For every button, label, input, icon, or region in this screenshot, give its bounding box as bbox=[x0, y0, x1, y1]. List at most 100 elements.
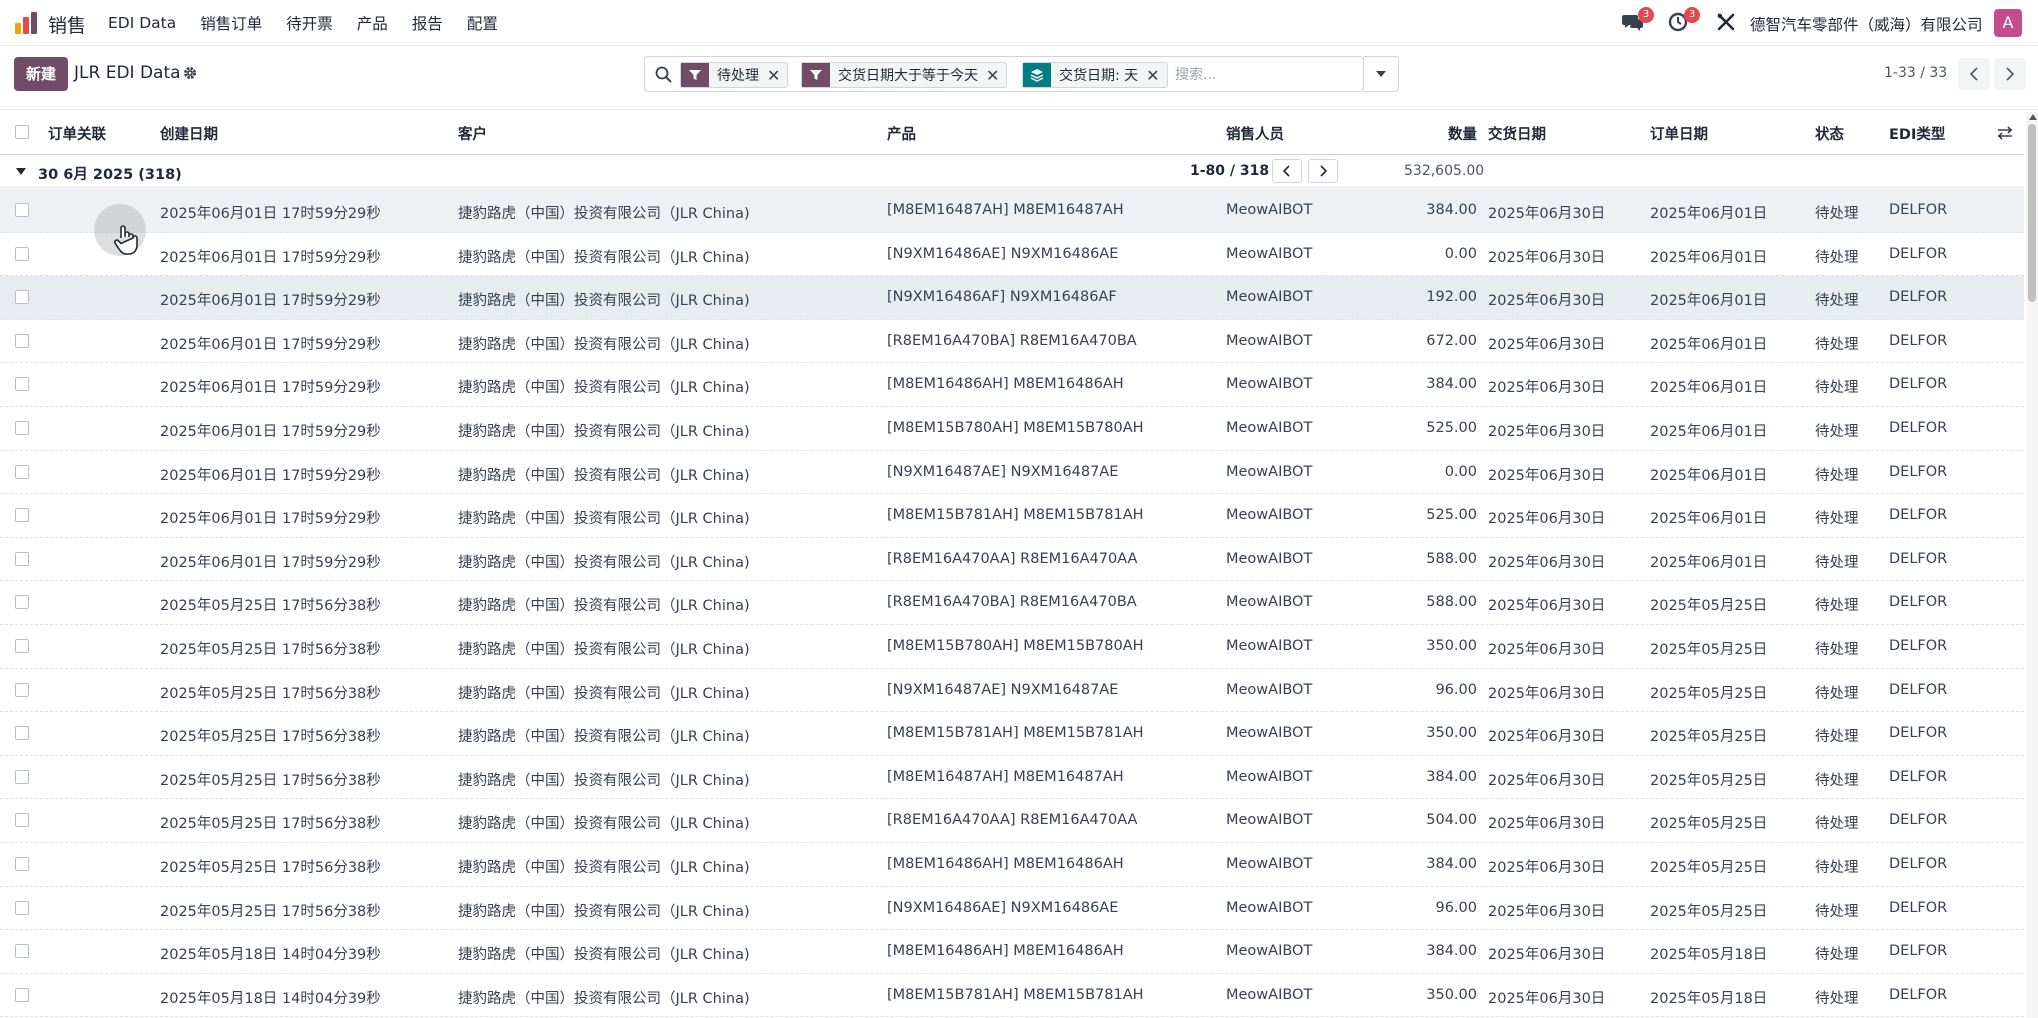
row-checkbox[interactable] bbox=[15, 203, 29, 217]
row-checkbox[interactable] bbox=[15, 246, 29, 261]
cell-salesperson: MeowAIBOT bbox=[1226, 420, 1313, 436]
debug-tools-button[interactable] bbox=[1716, 12, 1740, 34]
row-checkbox[interactable] bbox=[15, 900, 29, 915]
search-options-toggle[interactable] bbox=[1364, 56, 1399, 92]
cell-salesperson: MeowAIBOT bbox=[1226, 986, 1313, 1003]
row-checkbox[interactable] bbox=[15, 333, 29, 348]
table-row[interactable]: 2025年05月25日 17时56分38秒 捷豹路虎（中国）投资有限公司（JLR … bbox=[0, 756, 2024, 800]
cell-salesperson: MeowAIBOT bbox=[1226, 332, 1313, 349]
optional-columns-icon[interactable] bbox=[1997, 125, 2013, 141]
row-checkbox[interactable] bbox=[15, 639, 29, 653]
table-row[interactable]: 2025年05月18日 14时04分39秒 捷豹路虎（中国）投资有限公司（JLR … bbox=[0, 930, 2024, 974]
row-checkbox[interactable] bbox=[15, 595, 29, 610]
app-name[interactable]: 销售 bbox=[48, 11, 86, 38]
menu-item-reporting[interactable]: 报告 bbox=[412, 12, 443, 34]
column-header-order-date[interactable]: 订单日期 bbox=[1650, 123, 1708, 144]
table-row[interactable]: 2025年05月25日 17时56分38秒 捷豹路虎（中国）投资有限公司（JLR … bbox=[0, 887, 2024, 931]
table-row[interactable]: 2025年05月25日 17时56分38秒 捷豹路虎（中国）投资有限公司（JLR … bbox=[0, 581, 2024, 625]
cell-edi-type: DELFOR bbox=[1889, 550, 1948, 567]
company-switcher[interactable]: 德智汽车零部件（威海）有限公司 bbox=[1750, 13, 1983, 35]
cell-create-date: 2025年06月01日 17时59分29秒 bbox=[160, 206, 381, 222]
new-button[interactable]: 新建 bbox=[14, 57, 68, 91]
table-row[interactable]: 2025年05月25日 17时56分38秒 捷豹路虎（中国）投资有限公司（JLR … bbox=[0, 625, 2024, 669]
group-row[interactable]: 30 6月 2025 (318) 1-80 / 318 532,605.00 bbox=[0, 156, 2024, 188]
group-pager-previous-button[interactable] bbox=[1272, 159, 1302, 183]
cell-customer: 捷豹路虎（中国）投资有限公司（JLR China) bbox=[458, 206, 750, 222]
menu-item-configuration[interactable]: 配置 bbox=[467, 12, 498, 34]
table-row[interactable]: 2025年06月01日 17时59分29秒 捷豹路虎（中国）投资有限公司（JLR … bbox=[0, 189, 2024, 233]
chevron-left-icon bbox=[1970, 67, 1978, 81]
row-checkbox[interactable] bbox=[15, 944, 29, 959]
remove-facet-button[interactable]: ✕ bbox=[767, 66, 787, 85]
table-row[interactable]: 2025年06月01日 17时59分29秒 捷豹路虎（中国）投资有限公司（JLR … bbox=[0, 451, 2024, 495]
table-row[interactable]: 2025年05月25日 17时56分38秒 捷豹路虎（中国）投资有限公司（JLR … bbox=[0, 669, 2024, 713]
row-checkbox[interactable] bbox=[15, 464, 29, 479]
cell-salesperson: MeowAIBOT bbox=[1226, 202, 1313, 218]
column-header-create-date[interactable]: 创建日期 bbox=[160, 123, 218, 144]
cell-status: 待处理 bbox=[1815, 424, 1859, 440]
cell-customer: 捷豹路虎（中国）投资有限公司（JLR China) bbox=[458, 729, 750, 746]
table-row[interactable]: 2025年05月25日 17时56分38秒 捷豹路虎（中国）投资有限公司（JLR … bbox=[0, 843, 2024, 887]
cell-order-date: 2025年05月25日 bbox=[1650, 860, 1768, 876]
cell-create-date: 2025年05月18日 14时04分39秒 bbox=[160, 990, 381, 1007]
table-row[interactable]: 2025年06月01日 17时59分29秒 捷豹路虎（中国）投资有限公司（JLR … bbox=[0, 407, 2024, 451]
column-header-customer[interactable]: 客户 bbox=[458, 123, 487, 144]
table-row[interactable]: 2025年06月01日 17时59分29秒 捷豹路虎（中国）投资有限公司（JLR … bbox=[0, 494, 2024, 538]
column-header-quantity[interactable]: 数量 bbox=[1400, 123, 1477, 144]
row-checkbox[interactable] bbox=[15, 508, 29, 523]
cell-customer: 捷豹路虎（中国）投资有限公司（JLR China) bbox=[458, 380, 750, 397]
row-checkbox[interactable] bbox=[15, 682, 29, 697]
row-checkbox[interactable] bbox=[15, 987, 29, 1002]
row-checkbox[interactable] bbox=[15, 290, 29, 305]
table-row[interactable]: 2025年06月01日 17时59分29秒 捷豹路虎（中国）投资有限公司（JLR … bbox=[0, 538, 2024, 582]
activities-button[interactable]: 3 bbox=[1668, 7, 1700, 34]
search-input[interactable] bbox=[1175, 63, 1355, 87]
gear-icon[interactable] bbox=[183, 66, 197, 80]
cell-status: 待处理 bbox=[1815, 772, 1859, 789]
menu-item-products[interactable]: 产品 bbox=[357, 12, 388, 34]
column-header-salesperson[interactable]: 销售人员 bbox=[1226, 123, 1284, 144]
row-checkbox[interactable] bbox=[15, 377, 29, 392]
remove-facet-button[interactable]: ✕ bbox=[986, 66, 1006, 85]
select-all-checkbox[interactable] bbox=[15, 125, 29, 139]
group-pager-value[interactable]: 1-80 / 318 bbox=[1190, 163, 1269, 179]
table-row[interactable]: 2025年06月01日 17时59分29秒 捷豹路虎（中国）投资有限公司（JLR … bbox=[0, 276, 2024, 320]
table-row[interactable]: 2025年05月25日 17时56分38秒 捷豹路虎（中国）投资有限公司（JLR … bbox=[0, 799, 2024, 843]
menu-item-edi-data[interactable]: EDI Data bbox=[108, 14, 176, 32]
row-checkbox[interactable] bbox=[15, 769, 29, 784]
pager-value[interactable]: 1-33 / 33 bbox=[1884, 65, 1947, 81]
column-header-order-link[interactable]: 订单关联 bbox=[48, 123, 106, 144]
messages-button[interactable]: 3 bbox=[1622, 7, 1654, 34]
cell-status: 待处理 bbox=[1815, 511, 1859, 528]
row-checkbox[interactable] bbox=[15, 813, 29, 828]
user-avatar[interactable]: A bbox=[1994, 9, 2022, 37]
cell-customer: 捷豹路虎（中国）投资有限公司（JLR China) bbox=[458, 554, 750, 571]
group-pager-next-button[interactable] bbox=[1308, 159, 1338, 183]
row-checkbox[interactable] bbox=[15, 726, 29, 741]
table-row[interactable]: 2025年05月25日 17时56分38秒 捷豹路虎（中国）投资有限公司（JLR … bbox=[0, 712, 2024, 756]
scroll-up-arrow[interactable] bbox=[2029, 114, 2037, 120]
cell-order-date: 2025年05月25日 bbox=[1650, 729, 1768, 746]
table-row[interactable]: 2025年06月01日 17时59分29秒 捷豹路虎（中国）投资有限公司（JLR … bbox=[0, 233, 2024, 277]
column-header-delivery-date[interactable]: 交货日期 bbox=[1488, 123, 1546, 144]
menu-item-sales-orders[interactable]: 销售订单 bbox=[200, 12, 262, 34]
cell-delivery-date: 2025年06月30日 bbox=[1488, 554, 1606, 571]
cell-edi-type: DELFOR bbox=[1889, 899, 1948, 916]
scrollbar-thumb[interactable] bbox=[2028, 124, 2036, 302]
column-header-product[interactable]: 产品 bbox=[887, 123, 916, 144]
page-title: JLR EDI Data bbox=[74, 63, 181, 83]
pager-previous-button[interactable] bbox=[1958, 58, 1990, 90]
cell-status: 待处理 bbox=[1815, 860, 1859, 876]
menu-item-to-invoice[interactable]: 待开票 bbox=[286, 12, 333, 34]
pager-next-button[interactable] bbox=[1994, 58, 2026, 90]
sales-app-icon[interactable] bbox=[14, 11, 40, 35]
column-header-status[interactable]: 状态 bbox=[1815, 123, 1844, 144]
table-row[interactable]: 2025年06月01日 17时59分29秒 捷豹路虎（中国）投资有限公司（JLR … bbox=[0, 363, 2024, 407]
column-header-edi-type[interactable]: EDI类型 bbox=[1889, 123, 1945, 144]
row-checkbox[interactable] bbox=[15, 551, 29, 566]
row-checkbox[interactable] bbox=[15, 421, 29, 435]
remove-facet-button[interactable]: ✕ bbox=[1146, 66, 1166, 85]
table-row[interactable]: 2025年06月01日 17时59分29秒 捷豹路虎（中国）投资有限公司（JLR … bbox=[0, 320, 2024, 364]
row-checkbox[interactable] bbox=[15, 857, 29, 871]
table-row[interactable]: 2025年05月18日 14时04分39秒 捷豹路虎（中国）投资有限公司（JLR … bbox=[0, 974, 2024, 1018]
